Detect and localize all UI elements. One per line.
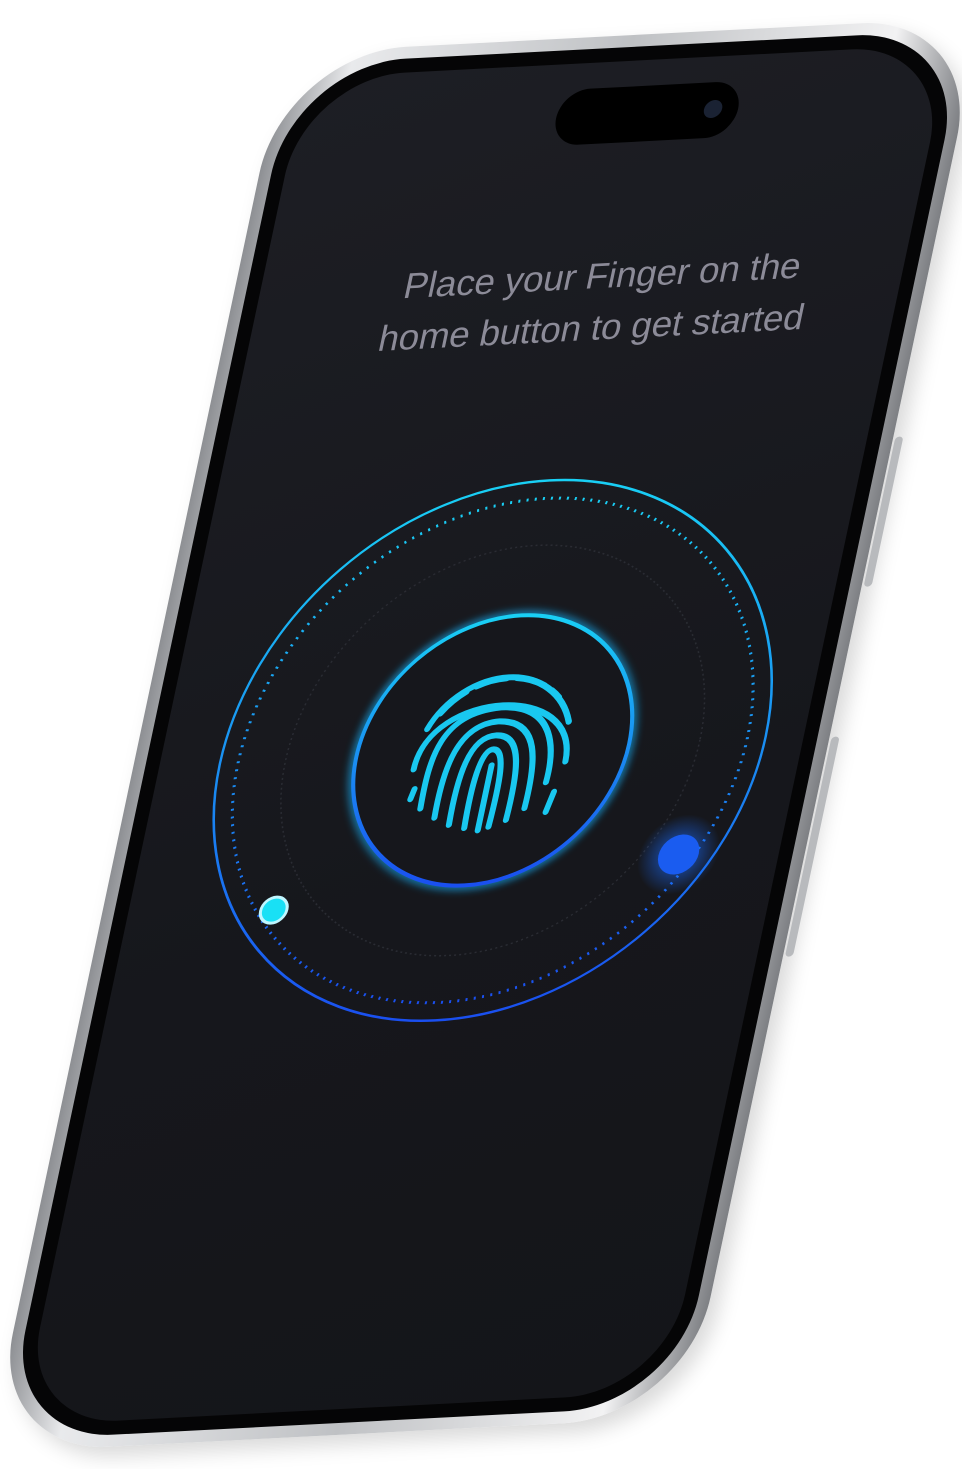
dynamic-island xyxy=(550,80,745,147)
screen: Place your Finger on the home button to … xyxy=(19,44,951,1426)
fingerprint-scanner[interactable] xyxy=(150,456,835,1045)
instruction-text: Place your Finger on the home button to … xyxy=(284,234,911,369)
start-dot xyxy=(258,895,289,925)
camera-icon xyxy=(702,99,725,119)
phone-bezel: Place your Finger on the home button to … xyxy=(2,29,962,1441)
phone-frame: Place your Finger on the home button to … xyxy=(0,16,962,1454)
